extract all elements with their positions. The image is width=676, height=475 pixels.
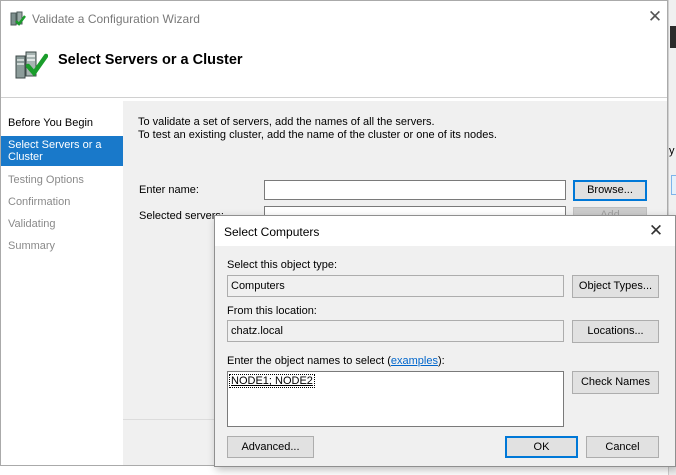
step-testing-options: Testing Options (8, 174, 84, 186)
background-text-fragment: y (669, 145, 675, 157)
header-divider (1, 97, 667, 98)
object-names-input[interactable]: NODE1; NODE2 (227, 371, 564, 427)
object-type-field: Computers (227, 275, 564, 297)
step-select-servers-line2: Cluster (8, 151, 43, 163)
wizard-titlebar: Validate a Configuration Wizard ✕ (1, 1, 667, 35)
object-names-label-text: Enter the object names to select ( (227, 355, 391, 367)
cancel-button[interactable]: Cancel (586, 436, 659, 458)
browse-button[interactable]: Browse... (573, 180, 647, 201)
check-names-button[interactable]: Check Names (572, 371, 659, 394)
step-confirmation: Confirmation (8, 196, 71, 208)
instruction-line: To validate a set of servers, add the na… (138, 116, 435, 128)
object-names-label: Enter the object names to select (exampl… (227, 355, 445, 367)
instructions: To validate a set of servers, add the na… (138, 116, 497, 142)
object-names-label-suffix: ): (437, 355, 445, 367)
dialog-titlebar: Select Computers ✕ (215, 216, 675, 246)
cluster-validate-icon (10, 11, 26, 26)
advanced-button[interactable]: Advanced... (227, 436, 314, 458)
location-label: From this location: (227, 305, 317, 317)
enter-name-input[interactable] (264, 180, 566, 200)
wizard-steps-nav: Before You Begin Select Servers or a Clu… (1, 101, 123, 465)
location-field: chatz.local (227, 320, 564, 342)
examples-link[interactable]: examples (391, 355, 438, 367)
background-window-titlebar (670, 26, 676, 48)
servers-checkmark-icon (15, 51, 48, 79)
select-computers-dialog: Select Computers ✕ Select this object ty… (214, 215, 676, 467)
close-icon[interactable]: ✕ (645, 220, 667, 242)
step-select-servers[interactable]: Select Servers or a Cluster (1, 136, 123, 166)
object-type-label: Select this object type: (227, 259, 338, 271)
background-button-fragment (671, 175, 676, 195)
dialog-title: Select Computers (224, 225, 320, 239)
step-select-servers-line1: Select Servers or a (8, 139, 102, 151)
enter-name-label: Enter name: (139, 184, 199, 196)
step-summary: Summary (8, 240, 56, 252)
locations-button[interactable]: Locations... (572, 320, 659, 343)
close-icon[interactable]: ✕ (645, 7, 665, 27)
object-types-button[interactable]: Object Types... (572, 275, 659, 298)
page-title: Select Servers or a Cluster (58, 52, 243, 68)
step-validating: Validating (8, 218, 56, 230)
ok-button[interactable]: OK (505, 436, 578, 458)
instruction-line: To test an existing cluster, add the nam… (138, 129, 497, 141)
object-names-value: NODE1; NODE2 (229, 374, 315, 388)
selected-servers-label: Selected servers: (139, 210, 224, 222)
step-before-you-begin[interactable]: Before You Begin (8, 117, 93, 129)
wizard-title: Validate a Configuration Wizard (32, 12, 200, 26)
wizard-header: Select Servers or a Cluster (1, 35, 667, 97)
